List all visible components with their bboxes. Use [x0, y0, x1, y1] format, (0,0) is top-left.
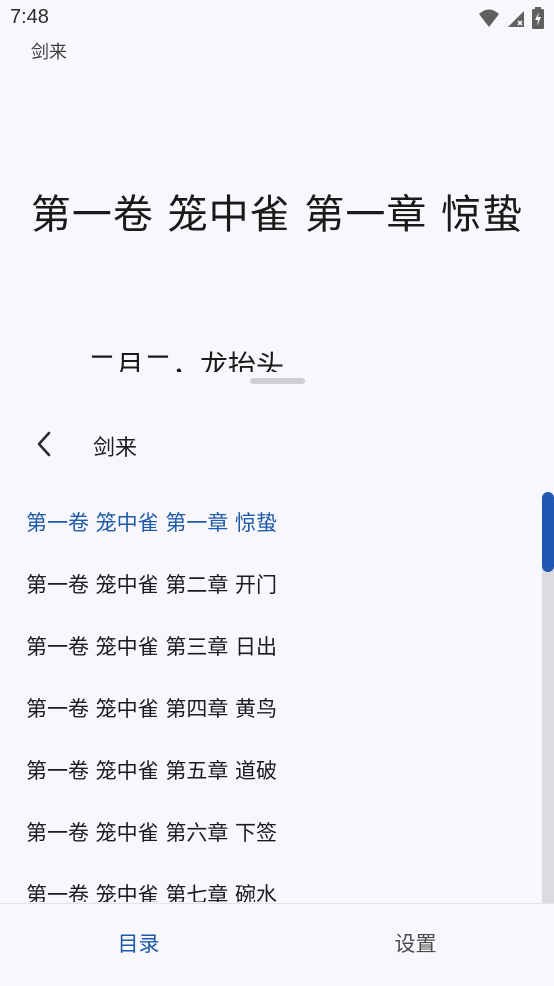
back-button[interactable]: [24, 424, 64, 464]
tab-settings[interactable]: 设置: [277, 904, 554, 986]
chevron-left-icon: [37, 431, 51, 457]
chapter-item[interactable]: 第一卷 笼中雀 第五章 道破: [0, 740, 540, 802]
chapter-list[interactable]: 第一卷 笼中雀 第一章 惊蛰 第一卷 笼中雀 第二章 开门 第一卷 笼中雀 第三章 …: [0, 492, 540, 902]
chapter-item[interactable]: 第一卷 笼中雀 第六章 下签: [0, 802, 540, 864]
chapter-item[interactable]: 第一卷 笼中雀 第三章 日出: [0, 616, 540, 678]
signal-icon: [508, 11, 524, 27]
sheet-title: 剑来: [93, 436, 138, 461]
status-bar: 7:48: [0, 0, 554, 36]
bottom-nav: 目录 设置: [0, 903, 554, 986]
scrollbar-thumb[interactable]: [542, 492, 554, 572]
status-icons: [478, 6, 544, 30]
chapter-item[interactable]: 第一卷 笼中雀 第二章 开门: [0, 554, 540, 616]
status-time: 7:48: [10, 6, 49, 28]
reader-partial-text: 二月二，龙抬头: [88, 349, 285, 372]
wifi-icon: [479, 9, 499, 27]
chapter-item[interactable]: 第一卷 笼中雀 第四章 黄鸟: [0, 678, 540, 740]
chapter-item[interactable]: 第一卷 笼中雀 第七章 碗水: [0, 864, 540, 902]
chapter-item[interactable]: 第一卷 笼中雀 第一章 惊蛰: [0, 492, 540, 554]
sheet-drag-handle[interactable]: [250, 378, 305, 384]
sheet-header: 剑来: [0, 410, 554, 476]
tab-contents[interactable]: 目录: [0, 904, 277, 986]
book-name-header: 剑来: [31, 42, 67, 63]
chapter-heading: 第一卷 笼中雀 第一章 惊蛰: [30, 192, 524, 238]
battery-charging-icon: [532, 7, 544, 29]
